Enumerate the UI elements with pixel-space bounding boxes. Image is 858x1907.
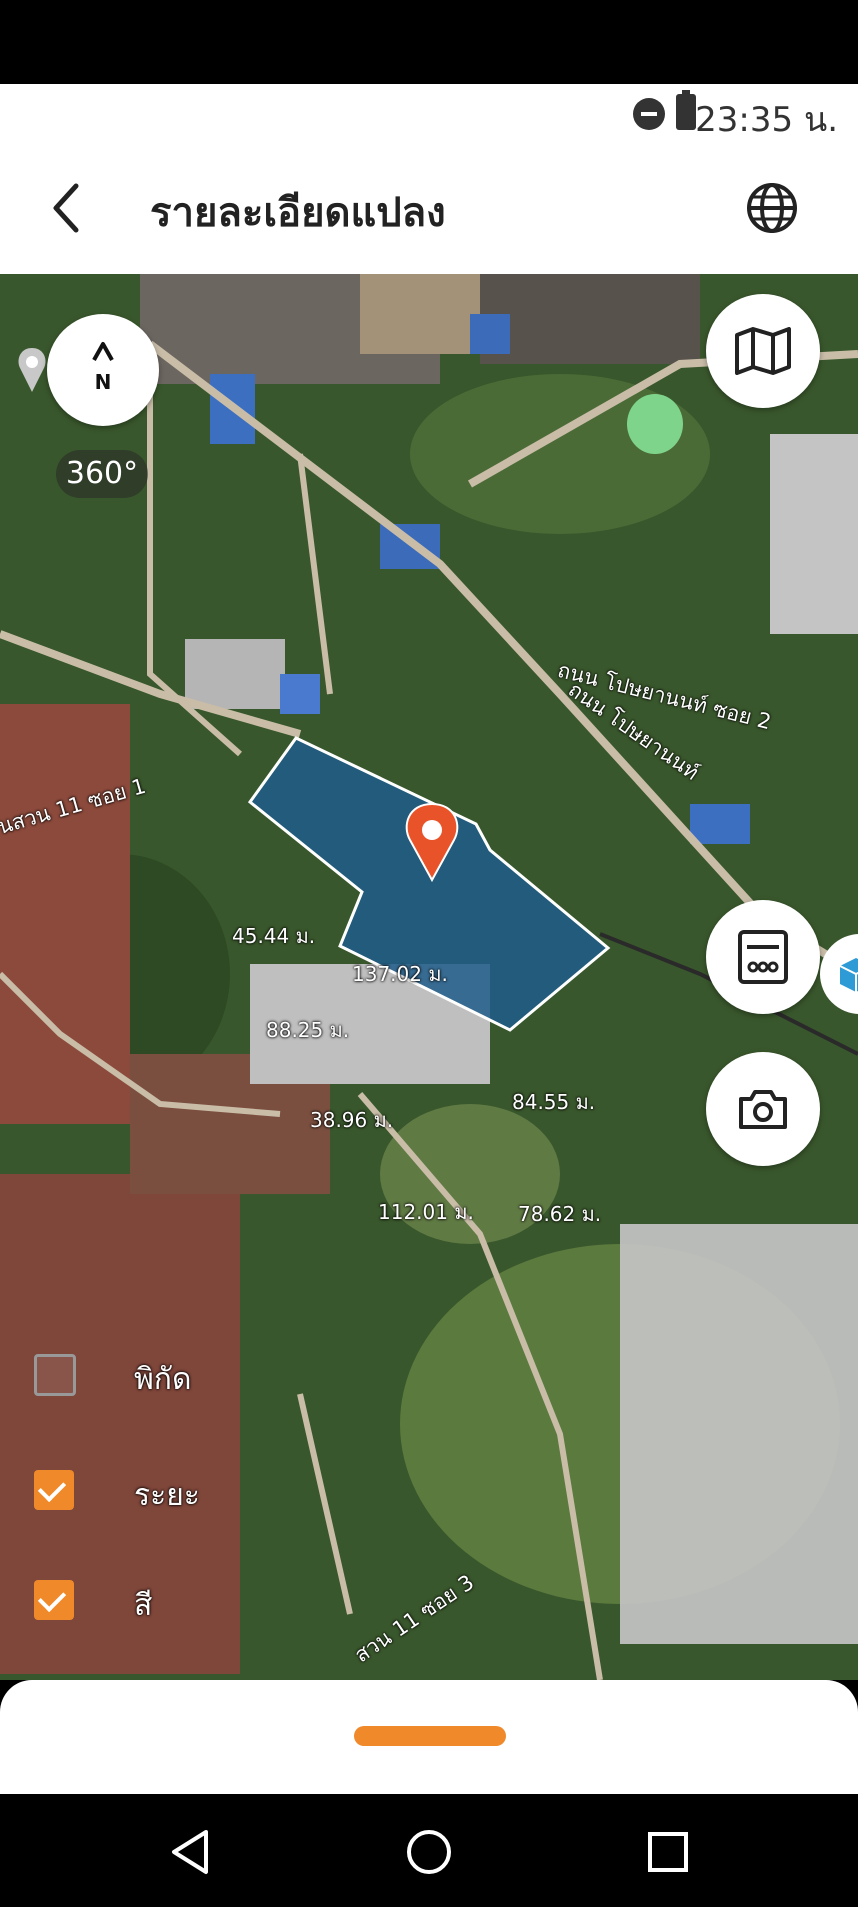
nav-recents-icon[interactable] [640, 1824, 696, 1880]
map-icon [735, 327, 791, 375]
measurement-label: 137.02 ม. [352, 962, 448, 986]
coordinates-label: พิกัด [134, 1362, 192, 1397]
camera-button[interactable] [706, 1052, 820, 1166]
bottom-sheet[interactable] [0, 1680, 858, 1794]
sheet-drag-handle[interactable] [354, 1726, 506, 1746]
back-arrow-icon[interactable] [44, 178, 94, 238]
app-header: รายละเอียดแปลง [0, 148, 858, 274]
camera-icon [739, 1090, 787, 1129]
north-arrow-icon [92, 342, 114, 361]
rotation-label: 360° [56, 450, 148, 498]
cube-icon [839, 958, 858, 992]
color-checkbox[interactable] [34, 1580, 74, 1620]
system-navigation-bar [0, 1794, 858, 1907]
small-location-marker-icon [18, 348, 46, 392]
calculator-button[interactable] [706, 900, 820, 1014]
status-time: 23:35 น. [695, 100, 838, 140]
calculator-icon [738, 930, 788, 984]
distance-label: ระยะ [134, 1478, 200, 1513]
measurement-label: 84.55 ม. [512, 1090, 596, 1114]
nav-home-icon[interactable] [401, 1824, 457, 1880]
coordinates-checkbox[interactable] [34, 1354, 76, 1396]
measurement-label: 78.62 ม. [518, 1202, 602, 1226]
nav-back-icon[interactable] [162, 1824, 218, 1880]
globe-icon[interactable] [744, 180, 800, 236]
battery-icon [676, 90, 696, 130]
page-title: รายละเอียดแปลง [150, 190, 446, 236]
top-black-bar [0, 0, 858, 84]
measurement-label: 88.25 ม. [266, 1018, 350, 1042]
color-label: สี [134, 1588, 153, 1623]
map-type-button[interactable] [706, 294, 820, 408]
do-not-disturb-icon [633, 98, 665, 130]
measurement-label: 45.44 ม. [232, 924, 316, 948]
distance-checkbox[interactable] [34, 1470, 74, 1510]
measurement-label: 112.01 ม. [378, 1200, 474, 1224]
compass-north-label: N [94, 370, 112, 394]
satellite-map[interactable]: N 360° ถนน โปษยานนท์ ซอย 2 ถนน โปษยานนท์… [0, 274, 858, 1680]
status-bar: 23:35 น. [0, 84, 858, 148]
measurement-label: 38.96 ม. [310, 1108, 394, 1132]
compass-button[interactable]: N [47, 314, 159, 426]
